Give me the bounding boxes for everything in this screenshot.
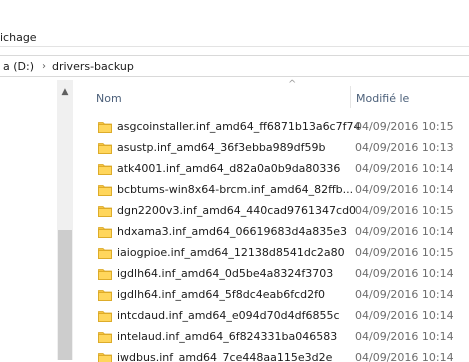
file-row[interactable]: igdlh64.inf_amd64_0d5be4a8324f3703 04/09/… — [74, 264, 469, 285]
file-modified-date: 04/09/2016 10:14 — [355, 267, 454, 280]
file-modified-date: 04/09/2016 10:15 — [355, 204, 454, 217]
folder-icon — [98, 352, 112, 362]
ribbon: ichage — [0, 0, 469, 47]
folder-icon — [98, 142, 112, 154]
navigation-pane — [0, 80, 56, 360]
scroll-up-arrow-icon[interactable]: ▲ — [57, 84, 73, 100]
file-name[interactable]: bcbtums-win8x64-brcm.inf_amd64_82ffb... — [117, 183, 353, 196]
file-modified-date: 04/09/2016 10:15 — [355, 246, 454, 259]
folder-icon — [98, 184, 112, 196]
file-row[interactable]: dgn2200v3.inf_amd64_440cad9761347cd004/0… — [74, 201, 469, 222]
folder-icon — [98, 205, 112, 217]
file-modified-date: 04/09/2016 10:13 — [355, 141, 454, 154]
file-row[interactable]: bcbtums-win8x64-brcm.inf_amd64_82ffb...0… — [74, 180, 469, 201]
sort-up-icon: ^ — [288, 80, 300, 90]
folder-icon — [98, 310, 112, 322]
address-bar[interactable]: a (D:) › drivers-backup — [0, 55, 469, 78]
breadcrumb-folder[interactable]: drivers-backup — [52, 60, 134, 73]
folder-icon — [98, 163, 112, 175]
file-row[interactable]: intelaud.inf_amd64_6f824331ba046583 04/09… — [74, 327, 469, 348]
file-name[interactable]: dgn2200v3.inf_amd64_440cad9761347cd0 — [117, 204, 356, 217]
file-name[interactable]: asustp.inf_amd64_36f3ebba989df59b — [117, 141, 325, 154]
file-name[interactable]: igdlh64.inf_amd64_5f8dc4eab6fcd2f0 — [117, 288, 325, 301]
file-name[interactable]: iwdbus.inf_amd64_7ce448aa115e3d2e — [117, 351, 332, 362]
file-row[interactable]: asgcoinstaller.inf_amd64_ff6871b13a6c7f7… — [74, 117, 469, 138]
file-name[interactable]: iaiogpioe.inf_amd64_12138d8541dc2a80 — [117, 246, 345, 259]
file-row[interactable]: iaiogpioe.inf_amd64_12138d8541dc2a80 04/0… — [74, 243, 469, 264]
file-name[interactable]: intcdaud.inf_amd64_e094d70d4df6855c — [117, 309, 340, 322]
folder-icon — [98, 289, 112, 301]
column-separator[interactable] — [350, 86, 351, 108]
file-list: asgcoinstaller.inf_amd64_ff6871b13a6c7f7… — [74, 117, 469, 362]
file-name[interactable]: asgcoinstaller.inf_amd64_ff6871b13a6c7f7… — [117, 120, 360, 133]
file-modified-date: 04/09/2016 10:14 — [355, 162, 454, 175]
column-header-modified[interactable]: Modifié le — [356, 92, 409, 105]
file-name[interactable]: igdlh64.inf_amd64_0d5be4a8324f3703 — [117, 267, 333, 280]
file-list-header: ^ Nom Modifié le — [74, 80, 469, 110]
file-modified-date: 04/09/2016 10:15 — [355, 120, 454, 133]
file-name[interactable]: hdxama3.inf_amd64_06619683d4a835e3 — [117, 225, 347, 238]
file-row[interactable]: hdxama3.inf_amd64_06619683d4a835e3 04/09/… — [74, 222, 469, 243]
file-name[interactable]: intelaud.inf_amd64_6f824331ba046583 — [117, 330, 337, 343]
file-modified-date: 04/09/2016 10:14 — [355, 225, 454, 238]
column-header-name[interactable]: Nom — [96, 92, 122, 105]
folder-icon — [98, 226, 112, 238]
chevron-right-icon[interactable]: › — [42, 61, 46, 72]
file-row[interactable]: intcdaud.inf_amd64_e094d70d4df6855c 04/09… — [74, 306, 469, 327]
folder-icon — [98, 331, 112, 343]
scroll-thumb[interactable] — [58, 230, 72, 360]
folder-icon — [98, 121, 112, 133]
breadcrumb[interactable]: a (D:) › drivers-backup — [0, 55, 469, 77]
breadcrumb-drive[interactable]: a (D:) — [3, 60, 34, 73]
folder-icon — [98, 247, 112, 259]
file-modified-date: 04/09/2016 10:14 — [355, 351, 454, 362]
file-row[interactable]: atk4001.inf_amd64_d82a0a0b9da80336 04/09/… — [74, 159, 469, 180]
folder-icon — [98, 268, 112, 280]
file-modified-date: 04/09/2016 10:14 — [355, 309, 454, 322]
navigation-scrollbar[interactable]: ▲ — [57, 80, 73, 360]
file-row[interactable]: asustp.inf_amd64_36f3ebba989df59b 04/09/2… — [74, 138, 469, 159]
file-row[interactable]: igdlh64.inf_amd64_5f8dc4eab6fcd2f0 04/09/… — [74, 285, 469, 306]
file-modified-date: 04/09/2016 10:14 — [355, 330, 454, 343]
file-modified-date: 04/09/2016 10:14 — [355, 288, 454, 301]
file-modified-date: 04/09/2016 10:14 — [355, 183, 454, 196]
file-name[interactable]: atk4001.inf_amd64_d82a0a0b9da80336 — [117, 162, 340, 175]
tab-view[interactable]: ichage — [0, 31, 37, 44]
